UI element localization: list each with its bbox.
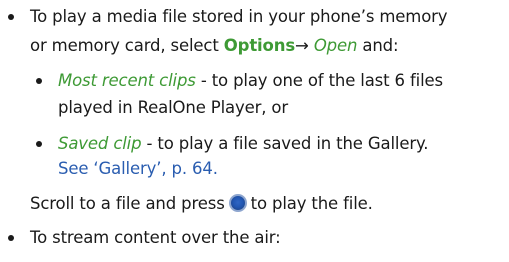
most-recent-desc-2: played in RealOne Player, or [58,98,289,117]
bullet-icon [8,235,14,241]
bullet-icon [8,14,14,20]
text-line-2: or memory card, select [30,36,224,55]
text-line-1: To play a media file stored in your phon… [30,7,448,26]
stream-text: To stream content over the air: [30,228,281,247]
sub-bullet-icon [36,78,42,84]
most-recent-clips-option: Most recent clips [58,71,196,90]
paragraph-line: To play a media file stored in your phon… [30,7,448,27]
paragraph-line: Scroll to a file and press to play the fi… [30,194,373,214]
paragraph-line: See ‘Gallery’, p. 64. [58,159,218,179]
open-command: Open [313,36,358,55]
saved-clip-option: Saved clip [58,134,142,153]
sub-bullet-icon [36,141,42,147]
scroll-text-end: to play the file. [250,194,373,213]
saved-clip-desc: - to play a file saved in the Gallery. [141,134,429,153]
options-command: Options [223,36,296,55]
paragraph-line: To stream content over the air: [30,228,281,248]
navi-key-press-icon [228,194,247,212]
arrow-icon: → [295,36,309,55]
text-line-2-end: and: [357,36,399,55]
scroll-text: Scroll to a file and press [30,194,225,213]
gallery-cross-reference-link[interactable]: See ‘Gallery’, p. 64. [58,159,218,178]
most-recent-desc: - to play one of the last 6 files [195,71,443,90]
paragraph-line: Saved clip - to play a file saved in the… [58,134,429,154]
paragraph-line: or memory card, select Options→ Open and… [30,36,399,56]
paragraph-line: Most recent clips - to play one of the l… [58,71,443,91]
paragraph-line: played in RealOne Player, or [58,98,288,118]
